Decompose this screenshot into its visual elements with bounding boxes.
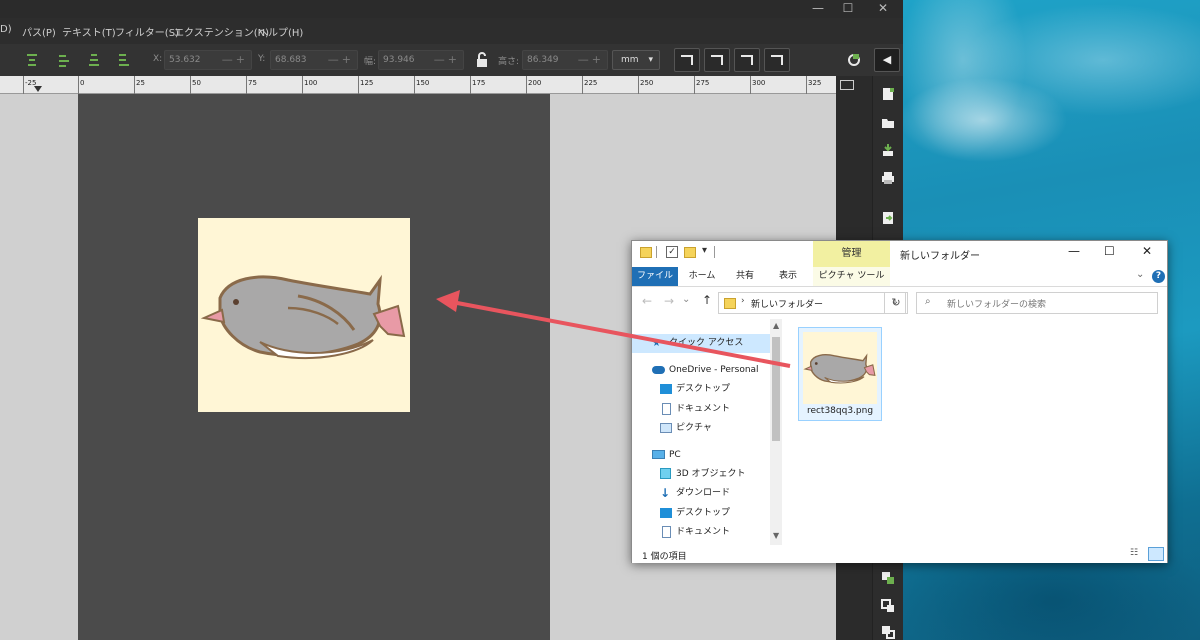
screen: { "inkscape": { "window_controls": {"min… [0, 0, 1200, 640]
annotation-arrow [436, 290, 791, 368]
